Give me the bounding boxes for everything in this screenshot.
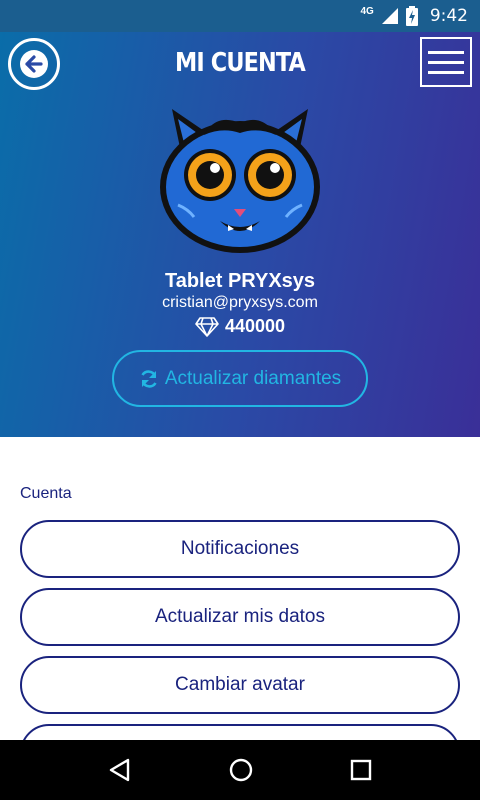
battery-icon xyxy=(405,6,418,26)
change-avatar-button[interactable]: Cambiar avatar xyxy=(20,656,460,714)
user-name: Tablet PRYXsys xyxy=(164,270,316,292)
nav-back-icon[interactable] xyxy=(108,758,132,782)
diamond-icon xyxy=(195,316,219,337)
diamond-balance: 440000 xyxy=(0,316,480,337)
update-data-button[interactable]: Actualizar mis datos xyxy=(20,588,460,646)
refresh-icon xyxy=(141,369,157,388)
signal-icon xyxy=(381,8,398,24)
diamond-count: 440000 xyxy=(224,316,286,336)
section-label: Cuenta xyxy=(20,485,72,502)
nav-home-icon[interactable] xyxy=(229,758,253,782)
nav-recents-icon[interactable] xyxy=(350,759,372,781)
menu-icon-line xyxy=(428,50,464,54)
menu-icon-line xyxy=(428,70,464,74)
notifications-button[interactable]: Notificaciones xyxy=(20,520,460,578)
notifications-label: Notificaciones xyxy=(180,538,300,559)
user-email: cristian@pryxsys.com xyxy=(162,294,318,311)
refresh-diamonds-button[interactable]: Actualizar diamantes xyxy=(112,350,368,407)
status-bar: 4G 9:42 xyxy=(0,0,480,32)
clock: 9:42 xyxy=(429,6,468,26)
system-nav-bar xyxy=(0,740,480,800)
menu-button[interactable] xyxy=(420,37,472,87)
menu-icon-line xyxy=(428,60,464,64)
network-type: 4G xyxy=(360,5,374,17)
change-avatar-label: Cambiar avatar xyxy=(175,674,305,695)
refresh-diamonds-label: Actualizar diamantes xyxy=(164,367,342,389)
update-data-label: Actualizar mis datos xyxy=(154,606,325,627)
avatar[interactable] xyxy=(158,105,322,255)
page-title: MI CUENTA xyxy=(175,48,306,78)
